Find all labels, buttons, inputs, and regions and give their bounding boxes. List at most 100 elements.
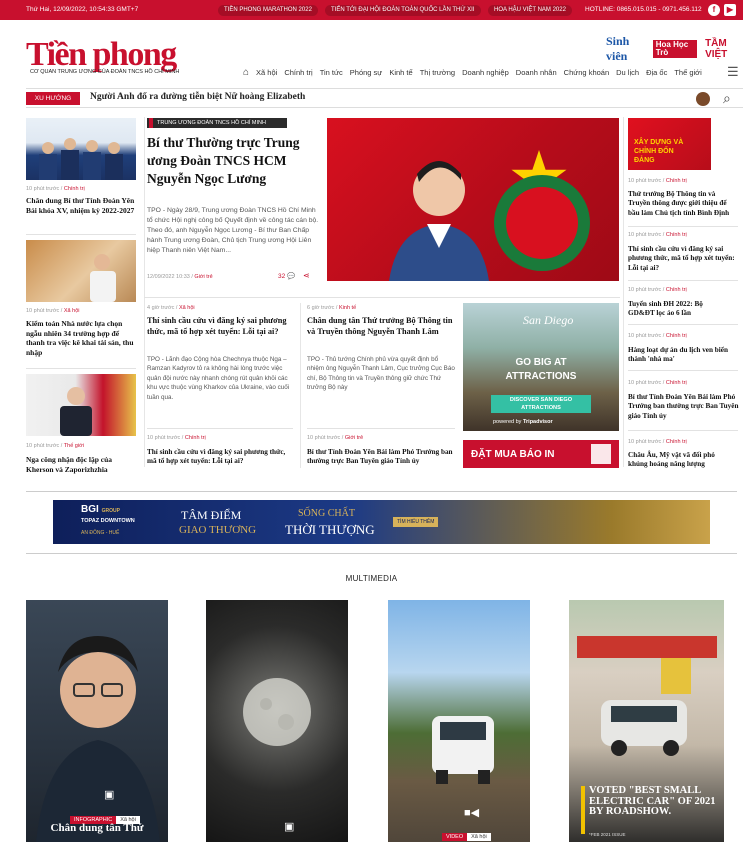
article-title[interactable]: Thí sinh cầu cứu vì đăng ký sai phương t… bbox=[147, 316, 293, 337]
article-title[interactable]: Thí sinh cầu cứu vì đăng ký sai phương t… bbox=[147, 448, 293, 467]
multimedia-card-infographic[interactable]: ▣ INFOGRAPHIC Xã hội Chân dung tân Thứ bbox=[26, 600, 168, 842]
article-meta: 4 giờ trước / Xã hội bbox=[147, 305, 195, 311]
tag-marker bbox=[149, 118, 153, 128]
article-meta: 10 phút trước / Chính trị bbox=[26, 186, 85, 192]
meta-category[interactable]: Chính trị bbox=[666, 380, 687, 386]
partner-hoa-hoc-tro[interactable]: Hoa Học Trò bbox=[652, 40, 698, 58]
meta-category[interactable]: Giới trẻ bbox=[345, 435, 363, 441]
meta-time: 10 phút trước bbox=[147, 435, 181, 441]
youtube-icon[interactable]: ▶ bbox=[724, 4, 736, 16]
meta-category[interactable]: Chính trị bbox=[185, 435, 206, 441]
tripadvisor-ad[interactable]: San Diego GO BIG AT ATTRACTIONS DISCOVER… bbox=[463, 303, 619, 431]
divider bbox=[628, 280, 738, 281]
right-image-text: XÂY DỰNG VÀ CHỈNH ĐỐN ĐẢNG bbox=[634, 139, 684, 164]
trending-tag: XU HƯỚNG bbox=[26, 92, 80, 105]
lead-image[interactable] bbox=[327, 118, 619, 281]
meta-category[interactable]: Chính trị bbox=[64, 186, 85, 192]
meta-time: 10 phút trước bbox=[26, 186, 60, 192]
logo-subtitle: CƠ QUAN TRUNG ƯƠNG CỦA ĐOÀN TNCS HỒ CHÍ … bbox=[30, 69, 180, 75]
nav-item-doanh-nhan[interactable]: Doanh nhân bbox=[516, 68, 557, 77]
comment-count[interactable]: 32 💬 bbox=[278, 272, 295, 280]
article-meta: 10 phút trước / Chính trị bbox=[628, 439, 687, 445]
search-icon[interactable]: ⌕ bbox=[723, 90, 731, 107]
article-meta: 10 phút trước / Chính trị bbox=[628, 333, 687, 339]
right-article-image[interactable]: XÂY DỰNG VÀ CHỈNH ĐỐN ĐẢNG bbox=[628, 118, 711, 170]
multimedia-caption[interactable]: Chân dung tân Thứ bbox=[26, 822, 168, 834]
home-icon[interactable]: ⌂ bbox=[243, 67, 249, 78]
nav-item-kinh-te[interactable]: Kinh tế bbox=[389, 68, 412, 77]
lead-meta: 12/09/2022 10:33 / Giới trẻ bbox=[147, 274, 213, 280]
meta-time: 10 phút trước bbox=[628, 380, 662, 386]
banner-cta-button[interactable]: TÌM HIỂU THÊM bbox=[393, 517, 439, 527]
multimedia-card-video[interactable]: ■◀ VIDEO Xã hội bbox=[388, 600, 530, 842]
article-meta: 10 phút trước / Chính trị bbox=[628, 380, 687, 386]
top-link-marathon[interactable]: TIỀN PHONG MARATHON 2022 bbox=[218, 5, 318, 16]
article-title[interactable]: Thí sinh cầu cứu vì đăng ký sai phương t… bbox=[628, 245, 740, 273]
meta-category[interactable]: Chính trị bbox=[666, 287, 687, 293]
nav-item-doanh-nghiep[interactable]: Doanh nghiệp bbox=[462, 68, 509, 77]
subscribe-print-banner[interactable]: ĐẶT MUA BÁO IN bbox=[463, 440, 619, 468]
nav-item-du-lich[interactable]: Du lịch bbox=[616, 68, 639, 77]
article-title[interactable]: Kiểm toán Nhà nước lựa chọn ngẫu nhiên 3… bbox=[26, 319, 138, 357]
article-title[interactable]: Tuyển sinh ĐH 2022: Bộ GD&ĐT lọc ảo 6 lầ… bbox=[628, 300, 728, 319]
meta-category[interactable]: Xã hội bbox=[64, 308, 80, 314]
partner-tam-viet[interactable]: TẦM VIỆT bbox=[705, 38, 743, 60]
article-title[interactable]: Hàng loạt dự án du lịch ven biển thành '… bbox=[628, 346, 740, 365]
nav-item-chung-khoan[interactable]: Chứng khoán bbox=[564, 68, 609, 77]
left-article-image-2[interactable] bbox=[26, 240, 136, 302]
meta-category[interactable]: Chính trị bbox=[666, 232, 687, 238]
article-summary: TPO - Lãnh đạo Cộng hòa Chechnya thuộc N… bbox=[147, 356, 290, 401]
lead-title[interactable]: Bí thư Thường trực Trung ương Đoàn TNCS … bbox=[147, 134, 317, 188]
ad-powered: powered by Tripadvisor bbox=[493, 419, 553, 425]
facebook-icon[interactable]: f bbox=[708, 4, 720, 16]
share-icon[interactable]: ⋖ bbox=[303, 271, 310, 280]
bgi-banner-ad[interactable]: BGI GROUP TOPAZ DOWNTOWN AN ĐÔNG - HUẾ T… bbox=[53, 500, 710, 544]
meta-category[interactable]: Chính trị bbox=[666, 178, 687, 184]
top-link-hoa-hau[interactable]: HOA HẬU VIỆT NAM 2022 bbox=[488, 5, 572, 16]
hotline: HOTLINE: 0865.015.015 - 0971.456.112 bbox=[585, 6, 702, 13]
partner-sinh-vien[interactable]: Sinh viên bbox=[606, 34, 645, 64]
meta-category[interactable]: Chính trị bbox=[666, 333, 687, 339]
nav-item-xa-hoi[interactable]: Xã hội bbox=[256, 68, 277, 77]
tripadvisor-logo: Tripadvisor bbox=[522, 419, 553, 425]
nav-item-the-gioi[interactable]: Thế giới bbox=[674, 68, 701, 77]
article-title[interactable]: Châu Âu, Mỹ vật vã đối phó khủng hoảng n… bbox=[628, 451, 728, 470]
trending-headline[interactable]: Người Anh đổ ra đường tiễn biệt Nữ hoàng… bbox=[90, 92, 305, 102]
ad-cta-button[interactable]: DISCOVER SAN DIEGO ATTRACTIONS bbox=[491, 395, 591, 413]
article-title[interactable]: Chân dung Bí thư Tỉnh Đoàn Yên Bái khóa … bbox=[26, 196, 136, 215]
meta-time: 10 phút trước bbox=[628, 232, 662, 238]
article-title[interactable]: Nga công nhận độc lập của Kherson và Zap… bbox=[26, 455, 138, 474]
article-title[interactable]: Bí thư Tỉnh Đoàn Yên Bái làm Phó Trưởng … bbox=[307, 448, 457, 467]
top-link-dai-hoi[interactable]: TIẾN TỚI ĐẠI HỘI ĐOÀN TOÀN QUỐC LẦN THỨ … bbox=[325, 5, 481, 16]
banner-project: TOPAZ DOWNTOWN bbox=[81, 518, 135, 524]
article-title[interactable]: Chân dung tân Thứ trưởng Bộ Thông tin và… bbox=[307, 316, 455, 337]
meta-time: 10 phút trước bbox=[628, 333, 662, 339]
left-article-image-1[interactable] bbox=[26, 118, 136, 180]
nav-item-thi-truong[interactable]: Thị trường bbox=[420, 68, 455, 77]
meta-category[interactable]: Kinh tế bbox=[339, 305, 356, 311]
article-title[interactable]: Thứ trưởng Bộ Thông tin và Truyền thông … bbox=[628, 190, 738, 218]
meta-category[interactable]: Chính trị bbox=[666, 439, 687, 445]
menu-icon[interactable]: ☰ bbox=[727, 64, 739, 80]
type-badge: VIDEO bbox=[442, 833, 468, 841]
mini-electric-ad[interactable]: VOTED "BEST SMALL ELECTRIC CAR" OF 2021 … bbox=[569, 600, 724, 842]
meta-time: 10 phút trước bbox=[307, 435, 341, 441]
nav-item-tin-tuc[interactable]: Tin tức bbox=[320, 68, 343, 77]
meta-category[interactable]: Thế giới bbox=[64, 443, 84, 449]
category-badge[interactable]: Xã hội bbox=[467, 833, 491, 841]
person-photo-icon bbox=[90, 254, 116, 302]
user-avatar[interactable] bbox=[696, 92, 710, 106]
meta-time: 12/09/2022 10:33 bbox=[147, 274, 190, 280]
multimedia-card-moon[interactable]: ▣ bbox=[206, 600, 348, 842]
lead-tag-text: TRUNG ƯƠNG ĐOÀN TNCS HỒ CHÍ MINH bbox=[157, 120, 266, 126]
banner-location: AN ĐÔNG - HUẾ bbox=[81, 530, 120, 536]
nav-item-dia-oc[interactable]: Địa ốc bbox=[646, 68, 667, 77]
divider bbox=[26, 234, 136, 235]
meta-category[interactable]: Xã hội bbox=[179, 305, 195, 311]
left-article-image-3[interactable] bbox=[26, 374, 136, 436]
article-title[interactable]: Bí thư Tỉnh Đoàn Yên Bái làm Phó Trưởng … bbox=[628, 393, 740, 421]
meta-category[interactable]: Giới trẻ bbox=[194, 274, 212, 280]
nav-item-chinh-tri[interactable]: Chính trị bbox=[284, 68, 312, 77]
bgi-brand: BGI bbox=[81, 504, 99, 515]
nav-item-phong-su[interactable]: Phóng sự bbox=[350, 68, 383, 77]
